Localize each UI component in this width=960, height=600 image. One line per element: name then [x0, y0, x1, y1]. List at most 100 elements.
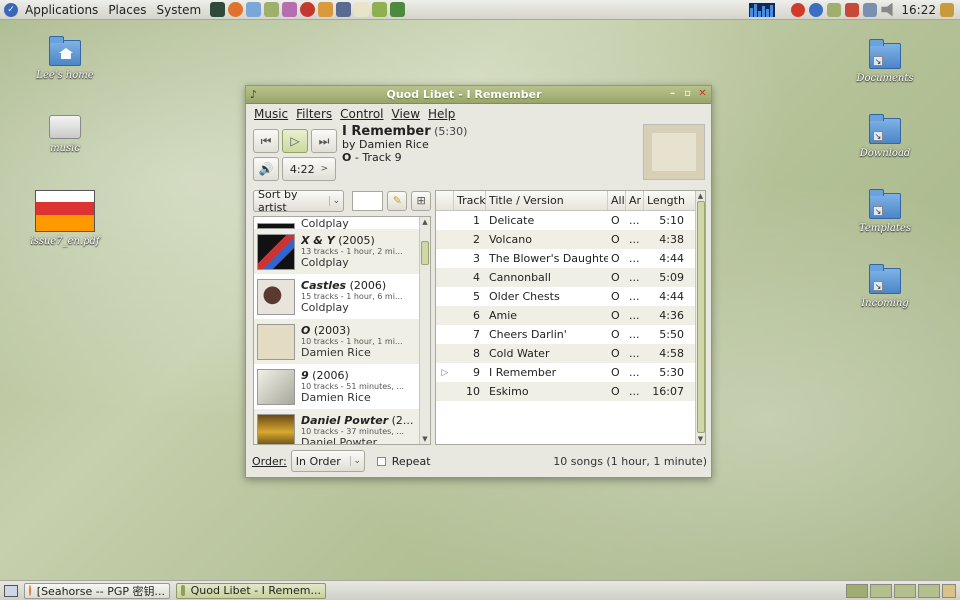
order-dropdown[interactable]: In Order ⌄ [290, 450, 365, 472]
album-item[interactable]: 9 (2006) 10 tracks - 51 minutes, ... Dam… [254, 364, 430, 409]
column-header-title[interactable]: Title / Version [486, 191, 608, 210]
album-thumbnail [257, 323, 295, 360]
album-thumbnail [257, 368, 295, 405]
workspace-4[interactable] [918, 583, 940, 598]
album-item[interactable]: O (2003) 10 tracks - 1 hour, 1 mi... Dam… [254, 319, 430, 364]
scroll-up-icon[interactable]: ▲ [696, 191, 705, 201]
scroll-down-icon[interactable]: ▼ [696, 434, 705, 444]
column-header-track[interactable]: Track [454, 191, 486, 210]
scroll-down-icon[interactable]: ▼ [420, 434, 430, 444]
display-tray-icon[interactable] [863, 2, 878, 17]
song-row[interactable]: 2 Volcano O... 4:38 [436, 230, 705, 249]
files-launcher-icon[interactable] [336, 2, 352, 17]
stop-icon[interactable] [791, 2, 806, 17]
firefox-launcher-icon[interactable] [228, 2, 244, 17]
clock[interactable]: 16:22 [901, 3, 936, 17]
song-row[interactable]: 7 Cheers Darlin' O... 5:50 [436, 325, 705, 344]
logout-icon[interactable] [940, 2, 954, 17]
trash-icon[interactable] [942, 583, 956, 598]
repeat-label[interactable]: Repeat [392, 455, 431, 468]
applications-menu[interactable]: Applications [20, 3, 103, 17]
song-row[interactable]: 3 The Blower's Daughter O... 4:44 [436, 249, 705, 268]
filter-input[interactable] [351, 191, 384, 211]
menu-view[interactable]: View [388, 107, 424, 121]
volume-icon[interactable] [881, 2, 893, 17]
close-button[interactable]: ✕ [696, 88, 709, 101]
clear-filter-button[interactable]: ✎ [387, 191, 408, 211]
menu-control[interactable]: Control [336, 107, 387, 121]
song-row[interactable]: 8 Cold Water O... 4:58 [436, 344, 705, 363]
repeat-checkbox[interactable] [376, 456, 386, 466]
album-item[interactable]: X & Y (2005) 13 tracks - 1 hour, 2 mi...… [254, 229, 430, 274]
volume-button[interactable]: 🔊 [253, 157, 279, 181]
quodlibet-window-icon[interactable]: ♪ [250, 88, 262, 101]
desktop-icon-label: issue7_en.pdf [30, 236, 100, 247]
desktop-icon-pdf[interactable]: issue7_en.pdf [20, 190, 110, 247]
desktop-icon-templates[interactable]: ↘ Templates [840, 189, 930, 234]
column-header-length[interactable]: Length [644, 191, 692, 210]
previous-button[interactable]: ⏮ [253, 129, 279, 153]
tool-launcher-icon[interactable] [318, 2, 334, 17]
song-row[interactable]: ▷ 9 I Remember O... 5:30 [436, 363, 705, 382]
desktop-icon-home[interactable]: Lee's home [20, 36, 110, 81]
song-artist-cell: ... [629, 309, 640, 322]
scroll-up-icon[interactable]: ▲ [420, 217, 430, 227]
desktop-icon-music[interactable]: music [20, 115, 110, 154]
quodlibet-launcher-icon[interactable] [264, 2, 280, 17]
album-list-scrollbar[interactable]: ▲ ▼ [419, 217, 430, 444]
chat-tray-icon[interactable] [845, 2, 860, 17]
sort-dropdown[interactable]: Sort by artist ⌄ [253, 188, 344, 214]
song-row[interactable]: 10 Eskimo O... 16:07 [436, 382, 705, 401]
song-row[interactable]: 6 Amie O... 4:36 [436, 306, 705, 325]
show-desktop-icon[interactable] [4, 584, 18, 597]
workspace-1[interactable] [846, 583, 868, 598]
column-header-playing[interactable] [436, 191, 454, 210]
window-titlebar[interactable]: ♪ Quod Libet - I Remember – ▫ ✕ [246, 86, 711, 104]
places-menu[interactable]: Places [103, 3, 151, 17]
quodlibet-tray-icon[interactable] [827, 2, 842, 17]
taskbar-item-quodlibet[interactable]: Quod Libet - I Remem... [176, 582, 326, 599]
song-list-scrollbar[interactable]: ▲ ▼ [695, 191, 705, 444]
column-header-artist[interactable]: Ar [626, 191, 644, 210]
scrollbar-thumb[interactable] [421, 241, 429, 265]
game-launcher-icon[interactable] [372, 2, 388, 17]
song-rows: 1 Delicate O... 5:10 2 Volcano O... 4:38 3 The Bl… [436, 211, 705, 401]
workspace-2[interactable] [870, 583, 892, 598]
song-album: O [342, 151, 352, 164]
minimize-button[interactable]: – [666, 88, 679, 101]
media-launcher-icon[interactable] [300, 2, 316, 17]
system-menu[interactable]: System [151, 3, 206, 17]
seek-button[interactable]: 4:22 > [282, 157, 336, 181]
menu-music[interactable]: Music [250, 107, 292, 121]
next-button[interactable]: ⏭ [311, 129, 337, 153]
menu-help[interactable]: Help [424, 107, 459, 121]
chat-launcher-icon[interactable] [282, 2, 298, 17]
workspace-3[interactable] [894, 583, 916, 598]
email-launcher-icon[interactable] [246, 2, 262, 17]
album-item[interactable]: Castles (2006) 15 tracks - 1 hour, 6 mi.… [254, 274, 430, 319]
song-row[interactable]: 1 Delicate O... 5:10 [436, 211, 705, 230]
song-row[interactable]: 4 Cannonball O... 5:09 [436, 268, 705, 287]
column-header-album[interactable]: All [608, 191, 626, 210]
package-launcher-icon[interactable] [390, 2, 406, 17]
browser-prefs-button[interactable]: ⊞ [411, 191, 432, 211]
editor-launcher-icon[interactable] [354, 2, 370, 17]
scrollbar-thumb[interactable] [697, 201, 705, 433]
terminal-launcher-icon[interactable] [210, 2, 226, 17]
distro-logo-icon[interactable]: ✓ [4, 2, 18, 17]
desktop-icon-download[interactable]: ↘ Download [840, 114, 930, 159]
album-artist: Damien Rice [301, 346, 371, 358]
album-cover[interactable] [643, 124, 705, 180]
system-monitor-icon[interactable] [749, 2, 776, 17]
taskbar-item-seahorse[interactable]: [Seahorse -- PGP 密钥... [24, 582, 170, 599]
album-item[interactable]: Daniel Powter (2... 10 tracks - 37 minut… [254, 409, 430, 444]
skip-forward-icon: ⏭ [318, 133, 330, 148]
network-icon[interactable] [809, 2, 824, 17]
maximize-button[interactable]: ▫ [681, 88, 694, 101]
desktop-icon-incoming[interactable]: ↘ Incoming [840, 264, 930, 309]
album-item[interactable]: Coldplay [254, 217, 430, 229]
menu-filters[interactable]: Filters [292, 107, 336, 121]
desktop-icon-documents[interactable]: ↘ Documents [840, 39, 930, 84]
song-row[interactable]: 5 Older Chests O... 4:44 [436, 287, 705, 306]
play-button[interactable]: ▷ [282, 129, 308, 153]
